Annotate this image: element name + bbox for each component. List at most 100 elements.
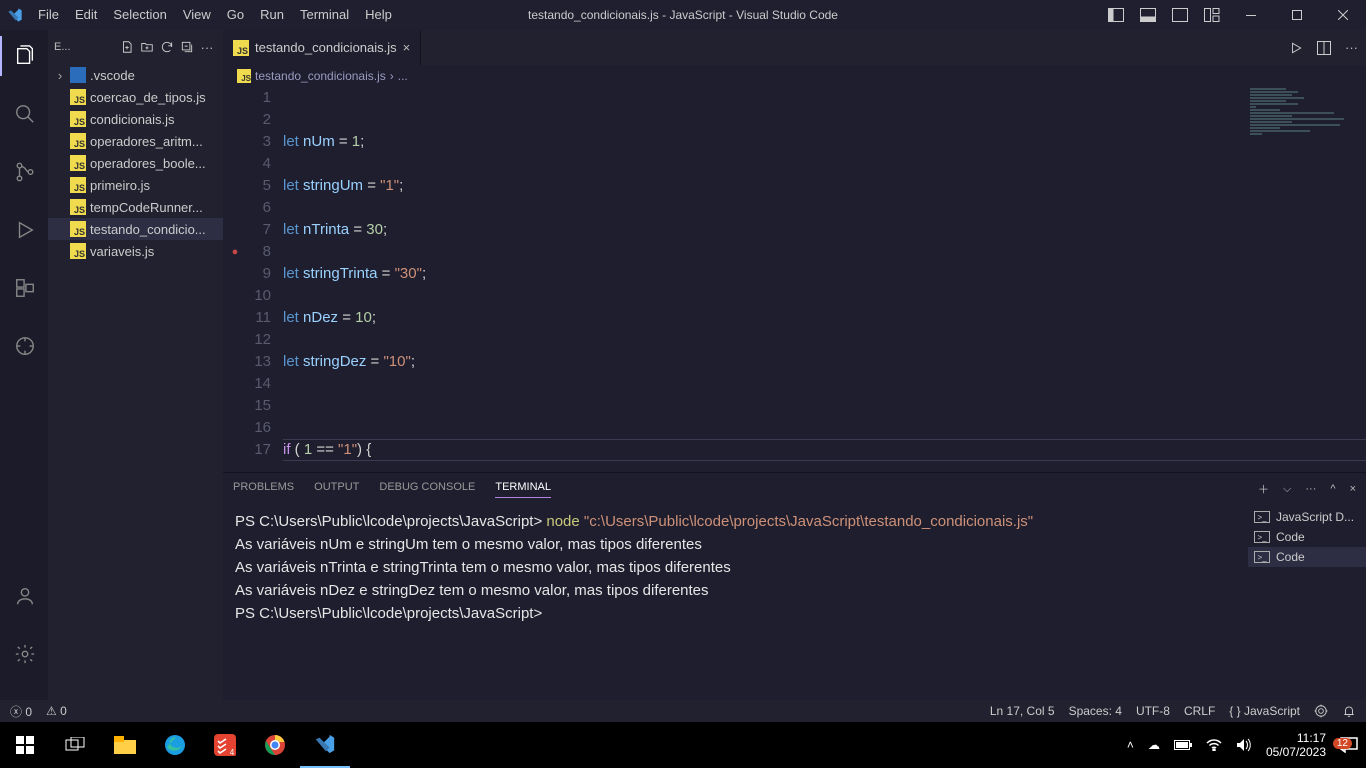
breakpoint-hint-icon[interactable]: ●	[223, 241, 247, 263]
js-file-icon: JS	[70, 111, 86, 127]
status-warnings[interactable]: ⚠ 0	[46, 704, 67, 718]
tray-wifi-icon[interactable]	[1206, 739, 1222, 751]
new-terminal-icon[interactable]: ＋	[1258, 481, 1269, 497]
js-file-icon: JS	[70, 177, 86, 193]
file-label: tempCodeRunner...	[90, 200, 203, 215]
code-text[interactable]: let nUm = 1; let stringUm = "1"; let nTr…	[283, 87, 1366, 472]
file-item[interactable]: JS condicionais.js	[48, 108, 223, 130]
js-file-icon: JS	[70, 133, 86, 149]
start-button[interactable]	[0, 722, 50, 768]
terminal-output[interactable]: PS C:\Users\Public\lcode\projects\JavaSc…	[223, 505, 1248, 700]
more-icon[interactable]: ···	[1305, 483, 1316, 495]
menu-help[interactable]: Help	[357, 0, 400, 30]
refresh-icon[interactable]	[157, 37, 177, 57]
new-folder-icon[interactable]	[137, 37, 157, 57]
title-bar: File Edit Selection View Go Run Terminal…	[0, 0, 1366, 30]
account-icon[interactable]	[0, 576, 48, 616]
status-eol[interactable]: CRLF	[1184, 704, 1215, 718]
run-code-icon[interactable]	[1289, 41, 1303, 55]
more-icon[interactable]: ···	[197, 37, 217, 57]
bottom-panel: PROBLEMS OUTPUT DEBUG CONSOLE TERMINAL ＋…	[223, 472, 1366, 700]
tab-debug-console[interactable]: DEBUG CONSOLE	[379, 481, 475, 497]
split-editor-icon[interactable]	[1317, 41, 1331, 55]
explorer-label: E...	[54, 41, 117, 53]
file-label: condicionais.js	[90, 112, 175, 127]
folder-vscode[interactable]: › .vscode	[48, 64, 223, 86]
terminal-dropdown-icon[interactable]: ⌵	[1283, 483, 1291, 496]
tray-chevron-up-icon[interactable]: ˄	[1127, 738, 1134, 752]
status-spaces[interactable]: Spaces: 4	[1069, 704, 1122, 718]
new-file-icon[interactable]	[117, 37, 137, 57]
file-item-selected[interactable]: JStestando_condicio...	[48, 218, 223, 240]
breadcrumb[interactable]: JS testando_condicionais.js › ...	[223, 65, 1366, 87]
layout-panel-bottom-icon[interactable]	[1132, 0, 1164, 30]
terminal-entry[interactable]: >_JavaScript D...	[1248, 507, 1366, 527]
tab-problems[interactable]: PROBLEMS	[233, 481, 294, 497]
layout-panel-left-icon[interactable]	[1100, 0, 1132, 30]
tray-notification-icon[interactable]	[1340, 737, 1358, 753]
source-control-icon[interactable]	[0, 152, 48, 192]
file-item[interactable]: JSoperadores_boole...	[48, 152, 223, 174]
file-explorer-icon[interactable]	[100, 722, 150, 768]
status-line-col[interactable]: Ln 17, Col 5	[990, 704, 1055, 718]
menu-terminal[interactable]: Terminal	[292, 0, 357, 30]
chrome-icon[interactable]	[250, 722, 300, 768]
menu-edit[interactable]: Edit	[67, 0, 105, 30]
layout-panel-right-icon[interactable]	[1164, 0, 1196, 30]
file-label: operadores_aritm...	[90, 134, 203, 149]
terminal-icon: >_	[1254, 551, 1270, 563]
close-button[interactable]	[1320, 0, 1366, 30]
settings-gear-icon[interactable]	[0, 634, 48, 674]
terminal-entry[interactable]: >_Code	[1248, 527, 1366, 547]
status-errors[interactable]: ⓧ 0	[10, 703, 32, 720]
code-editor[interactable]: ● 1234567891011121314151617 let nUm = 1;…	[223, 87, 1366, 472]
menu-go[interactable]: Go	[219, 0, 252, 30]
vscode-logo-icon	[0, 0, 30, 30]
run-debug-icon[interactable]	[0, 210, 48, 250]
file-label: primeiro.js	[90, 178, 150, 193]
tab-output[interactable]: OUTPUT	[314, 481, 359, 497]
close-tab-icon[interactable]: ×	[403, 40, 411, 55]
status-language[interactable]: { } JavaScript	[1229, 704, 1300, 718]
layout-customize-icon[interactable]	[1196, 0, 1228, 30]
file-label: coercao_de_tipos.js	[90, 90, 206, 105]
tab-label: testando_condicionais.js	[255, 40, 397, 55]
js-file-icon: JS	[70, 199, 86, 215]
file-item[interactable]: JScoercao_de_tipos.js	[48, 86, 223, 108]
notifications-icon[interactable]	[1342, 704, 1356, 718]
tray-battery-icon[interactable]	[1174, 740, 1192, 750]
todoist-icon[interactable]: 4	[200, 722, 250, 768]
status-encoding[interactable]: UTF-8	[1136, 704, 1170, 718]
menu-file[interactable]: File	[30, 0, 67, 30]
explorer-icon[interactable]	[0, 36, 48, 76]
menu-selection[interactable]: Selection	[105, 0, 174, 30]
minimap[interactable]	[1246, 87, 1366, 247]
maximize-panel-icon[interactable]: ^	[1330, 483, 1335, 495]
testing-icon[interactable]	[0, 326, 48, 366]
tray-onedrive-icon[interactable]: ☁	[1148, 738, 1160, 752]
extensions-icon[interactable]	[0, 268, 48, 308]
file-item[interactable]: JS primeiro.js	[48, 174, 223, 196]
collapse-all-icon[interactable]	[177, 37, 197, 57]
feedback-icon[interactable]	[1314, 704, 1328, 718]
edge-browser-icon[interactable]	[150, 722, 200, 768]
maximize-button[interactable]	[1274, 0, 1320, 30]
menu-run[interactable]: Run	[252, 0, 292, 30]
menu-view[interactable]: View	[175, 0, 219, 30]
more-actions-icon[interactable]: ···	[1345, 40, 1358, 55]
file-item[interactable]: JSvariaveis.js	[48, 240, 223, 262]
chevron-right-icon: ›	[54, 68, 66, 83]
tab-terminal[interactable]: TERMINAL	[495, 481, 551, 498]
tray-volume-icon[interactable]	[1236, 738, 1252, 752]
tray-clock[interactable]: 11:17 05/07/2023	[1266, 731, 1326, 759]
close-panel-icon[interactable]: ×	[1350, 483, 1356, 495]
vscode-taskbar-icon[interactable]	[300, 722, 350, 768]
tab-testando-condicionais[interactable]: JS testando_condicionais.js ×	[223, 30, 421, 65]
terminal-entry[interactable]: >_Code	[1248, 547, 1366, 567]
crumb-more: ...	[398, 69, 408, 83]
task-view-icon[interactable]	[50, 722, 100, 768]
file-item[interactable]: JS tempCodeRunner...	[48, 196, 223, 218]
search-icon[interactable]	[0, 94, 48, 134]
file-item[interactable]: JS operadores_aritm...	[48, 130, 223, 152]
minimize-button[interactable]	[1228, 0, 1274, 30]
